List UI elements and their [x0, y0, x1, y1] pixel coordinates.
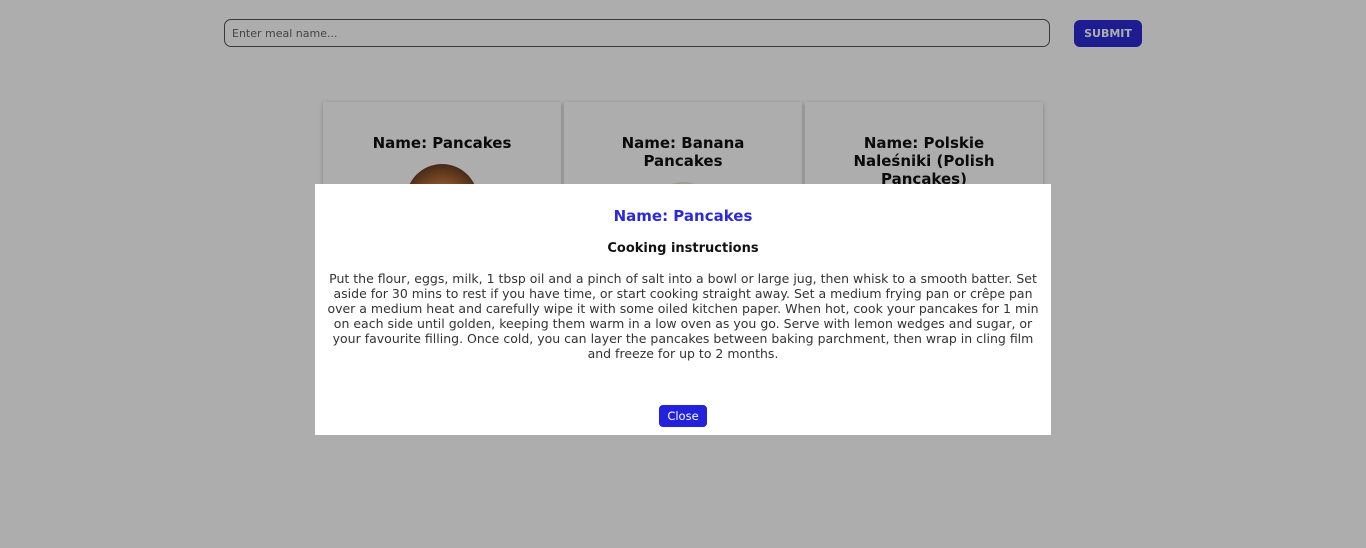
- cooking-instructions: Put the flour, eggs, milk, 1 tbsp oil an…: [327, 271, 1039, 361]
- modal-title: Name: Pancakes: [613, 207, 753, 225]
- close-button[interactable]: Close: [659, 405, 707, 427]
- recipe-modal: Name: Pancakes Cooking instructions Put …: [315, 184, 1051, 435]
- modal-subtitle: Cooking instructions: [607, 241, 759, 256]
